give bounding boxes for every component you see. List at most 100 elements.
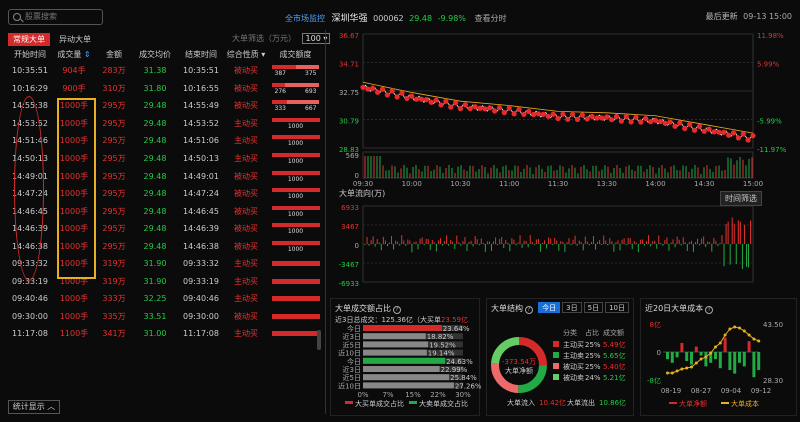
help-icon[interactable]: ?	[393, 306, 401, 314]
struct-name: 主动买	[563, 340, 584, 349]
col-end-time[interactable]: 结束时间	[178, 48, 224, 62]
big-order-dot	[428, 99, 434, 105]
big-order-dot	[643, 115, 649, 122]
legend-net: 大单净额	[679, 399, 707, 408]
struct-swatch	[553, 341, 559, 347]
big-order-dot	[448, 104, 454, 110]
btn-today[interactable]: 今日	[538, 302, 561, 313]
table-row[interactable]: 14:49:01 1000手 295万 29.48 14:49:01 被动买 1000	[8, 167, 323, 185]
ratio-row-label: 近3日	[343, 365, 361, 374]
big-order-dot	[638, 119, 644, 125]
big-order-dot	[526, 108, 532, 114]
amount-bar-label: 1000	[287, 140, 304, 148]
panel-ratio-title: 大单成交额占比?	[335, 303, 401, 314]
big-order-dot	[672, 123, 678, 129]
col-start-time[interactable]: 开始时间	[8, 48, 52, 62]
market-monitor-link[interactable]: 全市场监控	[285, 14, 325, 23]
table-row[interactable]: 14:46:45 1000手 295万 29.48 14:46:45 被动买 1000	[8, 202, 323, 220]
table-row[interactable]: 14:55:38 1000手 295万 29.48 14:55:49 被动买 333 667	[8, 97, 323, 115]
row-amount-bar	[268, 313, 323, 319]
tab-abnormal[interactable]: 异动大单	[54, 33, 96, 46]
table-row[interactable]: 14:46:39 1000手 295万 29.48 14:46:39 被动买 1000	[8, 220, 323, 238]
ratio-pct: 24.63%	[446, 358, 473, 366]
row-amount-bar: 276 693	[268, 82, 323, 95]
big-order-dot	[716, 129, 722, 135]
table-row[interactable]: 09:33:32 1000手 319万 31.90 09:33:32 主动买	[8, 255, 323, 273]
struct-head: 分类	[563, 328, 577, 337]
ratio-row-label: 近10日	[338, 381, 361, 390]
ratio-row-label: 近3日	[343, 332, 361, 341]
big-order-dot	[579, 112, 585, 118]
table-row[interactable]: 11:17:08 1100手 341万 31.00 11:17:08 主动买	[8, 325, 323, 343]
amount-bar-a: 333	[274, 105, 286, 113]
legend-cost: 大单成本	[731, 399, 759, 408]
scrollbar[interactable]	[317, 330, 321, 350]
tab-regular[interactable]: 常规大单	[8, 33, 50, 46]
cost-dot	[742, 329, 746, 333]
cost-dot	[694, 361, 698, 365]
table-row[interactable]: 14:53:52 1000手 295万 29.48 14:53:52 主动买 1000	[8, 115, 323, 133]
help-icon[interactable]: ?	[525, 306, 533, 314]
big-order-dot	[516, 106, 522, 112]
table-row[interactable]: 09:33:19 1000手 319万 31.90 09:33:19 主动买	[8, 273, 323, 291]
big-order-dot	[745, 137, 751, 143]
table-row[interactable]: 14:51:46 1000手 295万 29.48 14:51:06 主动买 1000	[8, 132, 323, 150]
table-row[interactable]: 14:46:38 1000手 295万 29.48 14:46:38 被动买 1000	[8, 237, 323, 255]
ratio-chart: 今日 23.64% 近3日 18.82% 近5日 19.52% 近10日 19.14% 今日 24…	[338, 324, 481, 408]
big-order-dot	[467, 106, 473, 112]
time-tick: 14:00	[645, 180, 665, 188]
col-amount-bar[interactable]: 成交额度	[268, 48, 323, 62]
net-bar	[728, 352, 732, 370]
big-order-dot	[657, 118, 663, 125]
row-amount: 341万	[102, 329, 126, 339]
row-avg-price: 29.48	[143, 154, 167, 163]
filter: 大单筛选（万元） 100 ▾	[232, 33, 330, 44]
col-amount[interactable]: 金额	[96, 48, 132, 62]
row-avg-price: 31.90	[143, 259, 167, 269]
table-row[interactable]: 09:40:46 1000手 333万 32.25 09:40:46 主动买	[8, 290, 323, 308]
net-bar	[742, 352, 746, 367]
flow-y-label: -3467	[339, 261, 359, 269]
table-row[interactable]: 10:35:51 904手 283万 31.38 10:35:51 被动买 387 375	[8, 62, 323, 80]
price-y-label: 36.67	[339, 32, 359, 40]
struct-amount: 5.49亿	[603, 340, 626, 349]
big-order-dot	[652, 117, 659, 123]
net-bar	[752, 352, 756, 378]
btn-5d[interactable]: 5日	[583, 302, 604, 313]
ratio-x-tick: 22%	[430, 391, 446, 399]
col-volume[interactable]: 成交量 ⇕	[52, 48, 96, 62]
btn-3d[interactable]: 3日	[562, 302, 582, 313]
row-end-time: 14:51:06	[183, 136, 219, 146]
stat-display-button[interactable]: 统计显示 ︿	[8, 400, 60, 414]
ratio-x-tick: 7%	[382, 391, 393, 399]
big-order-dot	[511, 111, 517, 117]
net-bar	[694, 346, 698, 352]
cost-dot	[733, 325, 737, 329]
big-order-dot	[375, 89, 381, 95]
flow-y-label: 6933	[341, 204, 359, 212]
btn-10d[interactable]: 10日	[605, 302, 629, 313]
big-order-dot	[535, 111, 542, 117]
ratio-bar	[363, 333, 426, 340]
time-filter-button[interactable]: 时间筛选	[720, 191, 762, 206]
net-amount: -373.54万	[502, 358, 536, 366]
cost-dot	[738, 326, 741, 330]
search-input[interactable]: 股票搜索	[8, 9, 103, 25]
row-avg-price: 29.48	[143, 206, 167, 216]
amount-bar-label: 1000	[287, 122, 304, 130]
table-row[interactable]: 10:16:29 900手 310万 31.80 10:16:55 被动买 276 693	[8, 80, 323, 98]
row-nature: 被动买	[234, 206, 258, 216]
outflow-value: 10.86亿	[599, 398, 626, 407]
col-avg-price[interactable]: 成交均价	[132, 48, 178, 62]
view-timeshare-link[interactable]: 查看分时	[475, 14, 507, 23]
amount-bar: 1000	[271, 170, 320, 183]
table-row[interactable]: 14:47:24 1000手 295万 29.48 14:47:24 被动买 1000	[8, 185, 323, 203]
table-row[interactable]: 09:30:00 1000手 335万 33.51 09:30:00 被动买	[8, 308, 323, 326]
big-order-dot	[399, 90, 405, 96]
pct-y-label: -5.99%	[757, 118, 782, 126]
cost-dot	[666, 371, 669, 375]
cost-price-label: 43.50	[763, 321, 783, 329]
row-nature: 主动买	[234, 154, 258, 163]
col-nature[interactable]: 综合性质 ▾	[224, 48, 268, 62]
table-row[interactable]: 14:50:13 1000手 295万 29.48 14:50:13 主动买 1000	[8, 150, 323, 168]
